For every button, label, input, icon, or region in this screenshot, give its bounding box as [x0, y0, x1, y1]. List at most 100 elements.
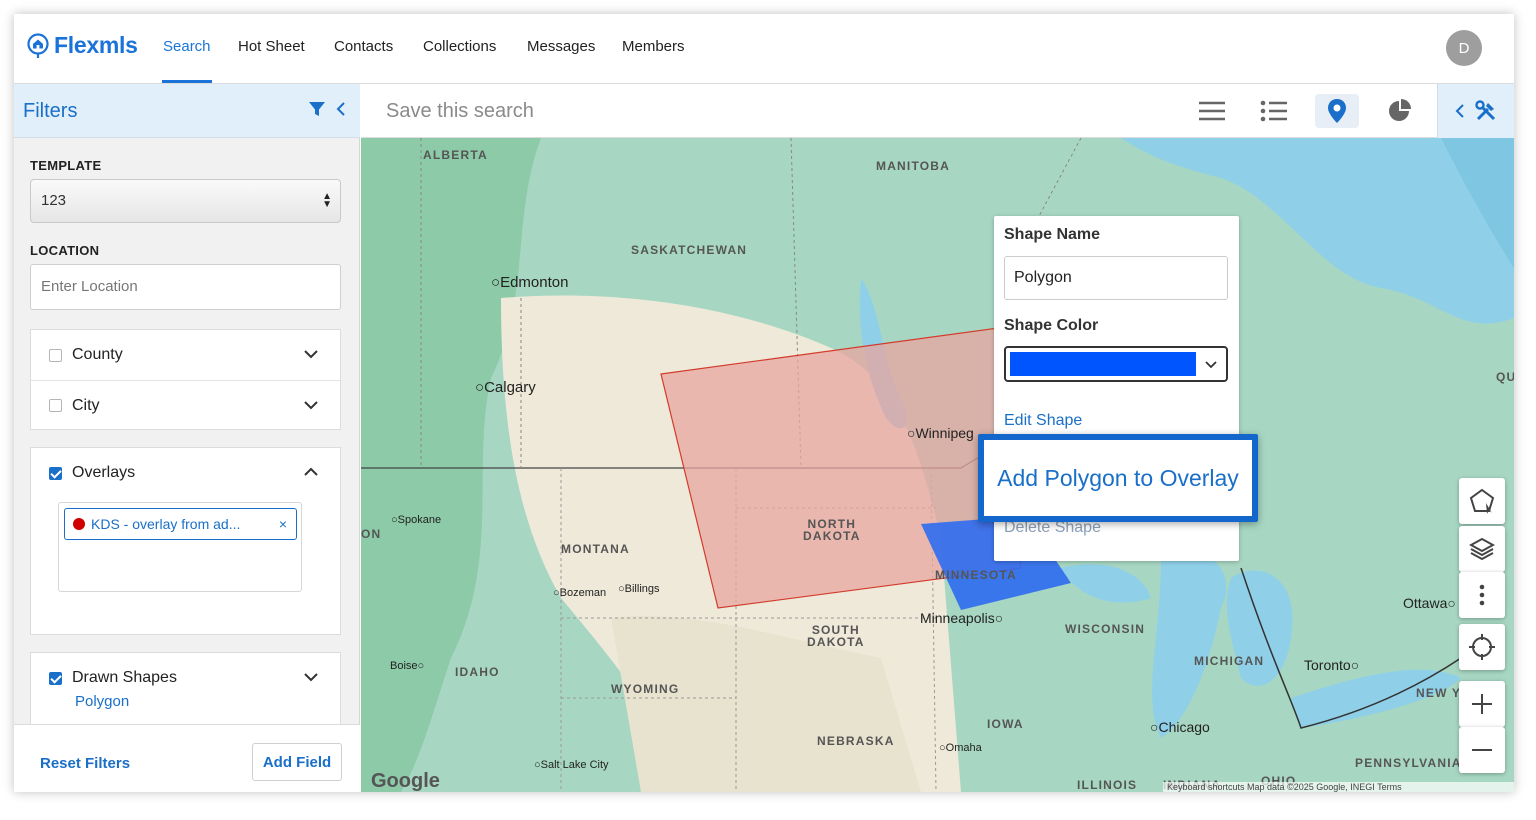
house-pin-icon — [27, 32, 49, 58]
city-checkbox[interactable] — [49, 399, 62, 412]
color-swatch — [1010, 352, 1196, 376]
map-attribution[interactable]: Keyboard shortcuts Map data ©2025 Google… — [1163, 782, 1514, 792]
city-minneapolis: Minneapolis○ — [920, 610, 1004, 626]
user-avatar[interactable]: D — [1446, 30, 1482, 66]
edit-shape-link[interactable]: Edit Shape — [1004, 412, 1082, 430]
city-chicago: ○Chicago — [1150, 719, 1210, 735]
nav-contacts[interactable]: Contacts — [334, 38, 393, 55]
label-north-dakota: NORTH DAKOTA — [803, 517, 861, 543]
tools-icon[interactable] — [1475, 100, 1497, 122]
list-view-button[interactable] — [1190, 94, 1234, 128]
city-row[interactable]: City — [31, 380, 340, 430]
label-quebec: QU — [1496, 370, 1514, 384]
zoom-out-button[interactable] — [1459, 727, 1505, 773]
funnel-icon[interactable] — [308, 100, 326, 118]
label-michigan: MICHIGAN — [1194, 654, 1265, 668]
county-checkbox[interactable] — [49, 348, 62, 362]
overlay-tag[interactable]: KDS - overlay from ad... × — [64, 508, 297, 540]
plus-icon — [1472, 694, 1492, 714]
map-canvas[interactable]: ALBERTA MANITOBA SASKATCHEWAN NORTH DAKO… — [361, 138, 1514, 792]
chevron-left-icon[interactable] — [1455, 103, 1465, 119]
overlay-color-dot — [73, 518, 85, 530]
drawn-shapes-card: Drawn Shapes Polygon — [30, 652, 341, 727]
overlay-select-box[interactable]: KDS - overlay from ad... × — [58, 502, 302, 592]
nav-collections[interactable]: Collections — [423, 38, 496, 55]
city-winnipeg: ○Winnipeg — [907, 425, 974, 441]
chevron-up-icon[interactable] — [302, 463, 320, 481]
chevron-down-icon[interactable] — [302, 345, 320, 363]
template-value: 123 — [41, 192, 67, 209]
add-field-button[interactable]: Add Field — [252, 743, 342, 781]
label-on: ON — [361, 527, 382, 541]
nav-messages[interactable]: Messages — [527, 38, 595, 55]
filters-header: Filters — [14, 84, 360, 138]
city-boise: Boise○ — [390, 660, 425, 672]
nav-members[interactable]: Members — [622, 38, 685, 55]
flexmls-logo[interactable]: Flexmls — [26, 32, 138, 59]
google-logo: Google — [371, 770, 440, 792]
save-search-input[interactable]: Save this search — [386, 100, 534, 123]
label-manitoba: MANITOBA — [876, 159, 951, 173]
shape-name-input[interactable]: Polygon — [1004, 256, 1228, 300]
more-vertical-icon — [1479, 584, 1485, 606]
city-toronto: Toronto○ — [1304, 657, 1360, 673]
map-view-button[interactable] — [1315, 94, 1359, 128]
draw-shape-button[interactable] — [1459, 478, 1505, 524]
stats-view-button[interactable] — [1377, 94, 1421, 128]
city-spokane: ○Spokane — [391, 514, 442, 526]
search-toolbar: Save this search — [361, 84, 1514, 138]
draw-polygon-icon — [1469, 488, 1495, 514]
sidebar-footer: Reset Filters Add Field — [14, 724, 360, 792]
county-row[interactable]: County — [31, 330, 340, 380]
city-edmonton: ○Edmonton — [491, 274, 569, 291]
chevron-down-icon[interactable] — [302, 668, 320, 686]
drawn-shape-polygon-link[interactable]: Polygon — [75, 693, 129, 710]
label-montana: MONTANA — [561, 542, 630, 556]
label-iowa: IOWA — [987, 717, 1024, 731]
detail-list-view-button[interactable] — [1252, 94, 1296, 128]
add-polygon-to-overlay-button[interactable]: Add Polygon to Overlay — [978, 434, 1258, 522]
label-saskatchewan: SASKATCHEWAN — [631, 243, 748, 257]
my-location-button[interactable] — [1459, 624, 1505, 670]
county-label: County — [72, 346, 123, 363]
logo-text: Flexmls — [54, 32, 138, 58]
shape-color-select[interactable] — [1004, 346, 1228, 382]
template-select[interactable]: 123 ▲ ▼ — [30, 179, 341, 223]
collapse-sidebar-icon[interactable] — [336, 101, 346, 117]
filters-sidebar: Filters TEMPLATE 123 ▲ ▼ LOCATION Enter L… — [14, 84, 360, 792]
label-pennsylvania: PENNSYLVANIA — [1355, 756, 1462, 770]
crosshair-icon — [1469, 634, 1495, 660]
minus-icon — [1472, 749, 1492, 751]
overlays-card: Overlays KDS - overlay from ad... × — [30, 447, 341, 635]
nav-hot-sheet[interactable]: Hot Sheet — [238, 38, 305, 55]
location-placeholder: Enter Location — [41, 278, 138, 295]
county-city-card: County City — [30, 329, 341, 430]
more-options-button[interactable] — [1459, 572, 1505, 618]
tools-panel-toggle[interactable] — [1437, 84, 1514, 138]
drawn-shapes-checkbox[interactable] — [49, 671, 62, 685]
city-bozeman: ○Bozeman — [553, 587, 607, 599]
city-omaha: ○Omaha — [939, 742, 982, 754]
shape-name-label: Shape Name — [1004, 226, 1101, 243]
label-illinois: ILLINOIS — [1077, 778, 1138, 792]
layers-icon — [1469, 537, 1495, 561]
label-new-york: NEW Y — [1416, 686, 1462, 700]
chevron-down-icon[interactable] — [302, 396, 320, 414]
overlays-row[interactable]: Overlays — [31, 448, 340, 498]
map-layers-button[interactable] — [1459, 526, 1505, 572]
nav-search[interactable]: Search — [163, 38, 211, 55]
city-salt-lake: ○Salt Lake City — [534, 759, 609, 771]
remove-overlay-icon[interactable]: × — [279, 516, 287, 532]
overlays-checkbox[interactable] — [49, 466, 62, 480]
label-idaho: IDAHO — [455, 665, 500, 679]
active-tab-indicator — [162, 80, 212, 83]
city-billings: ○Billings — [618, 583, 660, 595]
hamburger-list-icon — [1199, 101, 1225, 121]
pie-chart-icon — [1389, 99, 1411, 121]
label-wyoming: WYOMING — [611, 682, 680, 696]
bulleted-list-icon — [1260, 100, 1287, 122]
reset-filters-button[interactable]: Reset Filters — [40, 755, 130, 772]
zoom-in-button[interactable] — [1459, 681, 1505, 727]
location-input[interactable]: Enter Location — [30, 264, 341, 310]
city-calgary: ○Calgary — [475, 379, 536, 396]
